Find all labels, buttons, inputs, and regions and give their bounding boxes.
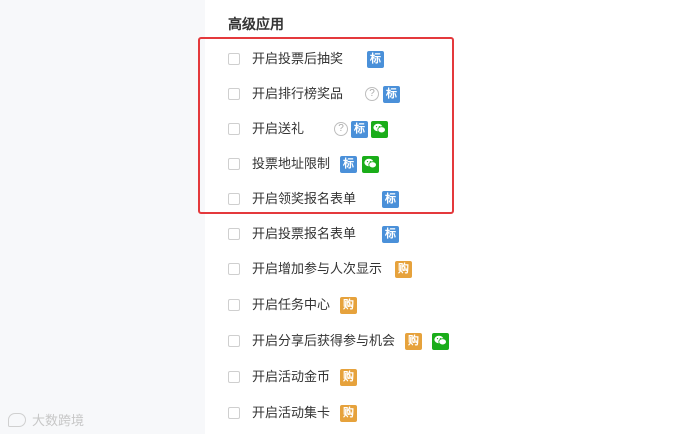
left-panel bbox=[0, 0, 205, 434]
buy-badge: 购 bbox=[405, 332, 423, 350]
tag-badge: 标 bbox=[382, 225, 400, 243]
buy-badge: 购 bbox=[340, 368, 358, 386]
option-show-participant-count[interactable]: 开启增加参与人次显示 购 bbox=[228, 258, 413, 280]
option-gift[interactable]: 开启送礼 ? 标 bbox=[228, 118, 389, 140]
help-icon[interactable]: ? bbox=[365, 87, 380, 101]
checkbox[interactable] bbox=[228, 299, 240, 311]
option-label: 开启活动集卡 bbox=[252, 405, 331, 420]
option-prize-claim-form[interactable]: 开启领奖报名表单 标 bbox=[228, 188, 400, 210]
watermark: 大数跨境 bbox=[8, 410, 84, 429]
option-vote-signup-form[interactable]: 开启投票报名表单 标 bbox=[228, 223, 400, 245]
option-label: 开启排行榜奖品 bbox=[252, 86, 344, 101]
checkbox[interactable] bbox=[228, 371, 240, 383]
checkbox[interactable] bbox=[228, 193, 240, 205]
checkbox[interactable] bbox=[228, 158, 240, 170]
option-label: 开启领奖报名表单 bbox=[252, 191, 357, 206]
option-label: 开启增加参与人次显示 bbox=[252, 261, 383, 276]
tag-badge: 标 bbox=[340, 155, 358, 173]
checkbox[interactable] bbox=[228, 228, 240, 240]
option-label: 开启分享后获得参与机会 bbox=[252, 333, 396, 348]
option-vote-address-limit[interactable]: 投票地址限制 标 bbox=[228, 153, 380, 175]
option-card-collection[interactable]: 开启活动集卡 购 bbox=[228, 402, 358, 424]
option-label: 开启任务中心 bbox=[252, 297, 331, 312]
wechat-icon bbox=[362, 155, 380, 173]
buy-badge: 购 bbox=[340, 296, 358, 314]
help-icon[interactable]: ? bbox=[334, 122, 349, 136]
option-label: 开启投票报名表单 bbox=[252, 226, 357, 241]
wechat-icon bbox=[371, 120, 389, 138]
option-share-for-chance[interactable]: 开启分享后获得参与机会 购 bbox=[228, 330, 450, 352]
checkbox[interactable] bbox=[228, 53, 240, 65]
option-ranking-prize[interactable]: 开启排行榜奖品 ? 标 bbox=[228, 83, 401, 105]
tag-badge: 标 bbox=[367, 50, 385, 68]
watermark-text: 大数跨境 bbox=[32, 413, 85, 428]
option-label: 开启投票后抽奖 bbox=[252, 51, 344, 66]
tag-badge: 标 bbox=[382, 190, 400, 208]
option-lottery-after-vote[interactable]: 开启投票后抽奖 标 bbox=[228, 48, 385, 70]
option-task-center[interactable]: 开启任务中心 购 bbox=[228, 294, 358, 316]
option-label: 开启送礼 bbox=[252, 121, 305, 136]
tag-badge: 标 bbox=[383, 85, 401, 103]
checkbox[interactable] bbox=[228, 123, 240, 135]
option-label: 投票地址限制 bbox=[252, 156, 331, 171]
checkbox[interactable] bbox=[228, 407, 240, 419]
wechat-icon bbox=[432, 332, 450, 350]
tag-badge: 标 bbox=[351, 120, 369, 138]
checkbox[interactable] bbox=[228, 263, 240, 275]
checkbox[interactable] bbox=[228, 88, 240, 100]
buy-badge: 购 bbox=[395, 260, 413, 278]
watermark-logo-icon bbox=[8, 412, 26, 427]
option-label: 开启活动金币 bbox=[252, 369, 331, 384]
buy-badge: 购 bbox=[340, 404, 358, 422]
section-title: 高级应用 bbox=[228, 16, 284, 32]
checkbox[interactable] bbox=[228, 335, 240, 347]
option-activity-coins[interactable]: 开启活动金币 购 bbox=[228, 366, 358, 388]
